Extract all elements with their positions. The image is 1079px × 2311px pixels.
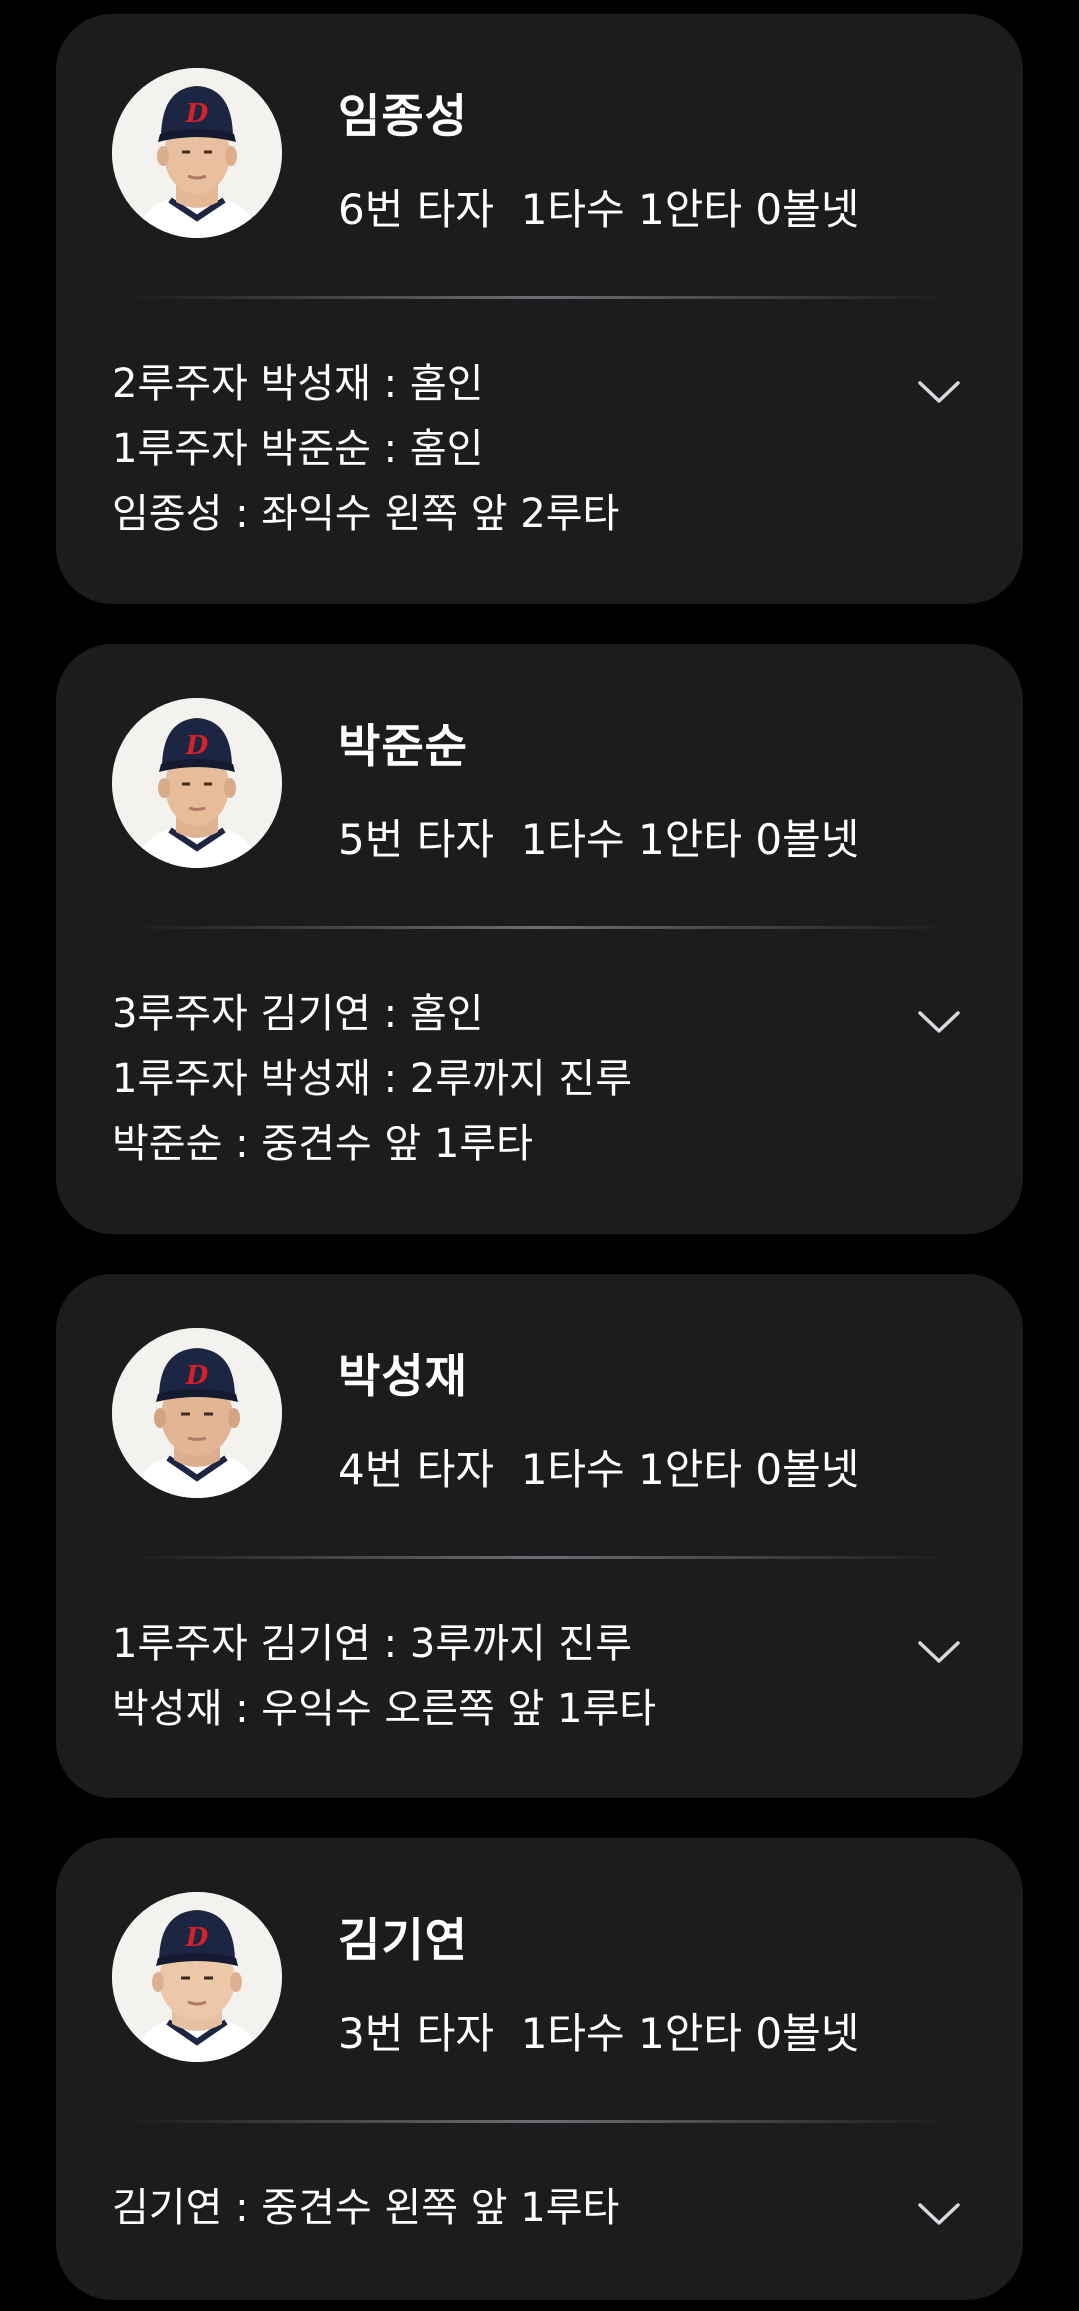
chevron-down-icon	[918, 381, 960, 403]
player-stats: 3번 타자 1타수 1안타 0볼넷	[338, 2009, 860, 2058]
expand-button[interactable]	[911, 994, 967, 1050]
player-stats: 6번 타자 1타수 1안타 0볼넷	[338, 185, 860, 234]
play-item: 3루주자 김기연 : 홈인	[112, 991, 484, 1037]
expand-button[interactable]	[911, 1624, 967, 1680]
chevron-down-icon	[918, 1641, 960, 1663]
play-item: 1루주자 김기연 : 3루까지 진루	[112, 1621, 633, 1667]
play-list: 3루주자 김기연 : 홈인 1루주자 박성재 : 2루까지 진루 박준순 : 중…	[112, 982, 632, 1177]
chevron-down-icon	[918, 2203, 960, 2225]
player-name: 박준순	[338, 719, 468, 773]
player-avatar: D	[112, 698, 282, 868]
play-item: 임종성 : 좌익수 왼쪽 앞 2루타	[112, 491, 620, 537]
svg-text:D: D	[185, 1361, 209, 1391]
player-avatar: D	[112, 1328, 282, 1498]
player-photo-icon: D	[112, 698, 282, 868]
batter-card: D 임종성 6번 타자 1타수 1안타 0볼넷 2루주자 박성재 : 홈인 1루…	[56, 14, 1023, 604]
svg-text:D: D	[185, 99, 209, 129]
divider	[128, 1556, 951, 1559]
divider	[128, 926, 951, 929]
player-stats: 4번 타자 1타수 1안타 0볼넷	[338, 1445, 860, 1494]
play-list: 김기연 : 중견수 왼쪽 앞 1루타	[112, 2176, 619, 2241]
player-avatar: D	[112, 68, 282, 238]
player-name: 김기연	[338, 1913, 468, 1967]
player-name: 박성재	[338, 1349, 468, 1403]
divider	[128, 296, 951, 299]
play-item: 김기연 : 중견수 왼쪽 앞 1루타	[112, 2185, 620, 2231]
player-photo-icon: D	[112, 68, 282, 238]
player-avatar: D	[112, 1892, 282, 2062]
play-item: 박성재 : 우익수 오른쪽 앞 1루타	[112, 1686, 657, 1732]
svg-text:D: D	[185, 731, 209, 761]
chevron-down-icon	[918, 1011, 960, 1033]
play-item: 2루주자 박성재 : 홈인	[112, 361, 484, 407]
play-list: 1루주자 김기연 : 3루까지 진루 박성재 : 우익수 오른쪽 앞 1루타	[112, 1612, 656, 1742]
play-item: 박준순 : 중견수 앞 1루타	[112, 1121, 533, 1167]
play-item: 1루주자 박성재 : 2루까지 진루	[112, 1056, 633, 1102]
play-item: 1루주자 박준순 : 홈인	[112, 426, 484, 472]
expand-button[interactable]	[911, 2186, 967, 2242]
batter-feed: D 임종성 6번 타자 1타수 1안타 0볼넷 2루주자 박성재 : 홈인 1루…	[0, 0, 1079, 2311]
batter-card: D 박준순 5번 타자 1타수 1안타 0볼넷 3루주자 김기연 : 홈인 1루…	[56, 644, 1023, 1234]
player-stats: 5번 타자 1타수 1안타 0볼넷	[338, 815, 860, 864]
svg-text:D: D	[185, 1923, 209, 1953]
player-photo-icon: D	[112, 1328, 282, 1498]
player-photo-icon: D	[112, 1892, 282, 2062]
divider	[128, 2120, 951, 2123]
expand-button[interactable]	[911, 364, 967, 420]
player-name: 임종성	[338, 89, 468, 143]
batter-card: D 박성재 4번 타자 1타수 1안타 0볼넷 1루주자 김기연 : 3루까지 …	[56, 1274, 1023, 1798]
play-list: 2루주자 박성재 : 홈인 1루주자 박준순 : 홈인 임종성 : 좌익수 왼쪽…	[112, 352, 619, 547]
batter-card: D 김기연 3번 타자 1타수 1안타 0볼넷 김기연 : 중견수 왼쪽 앞 1…	[56, 1838, 1023, 2300]
